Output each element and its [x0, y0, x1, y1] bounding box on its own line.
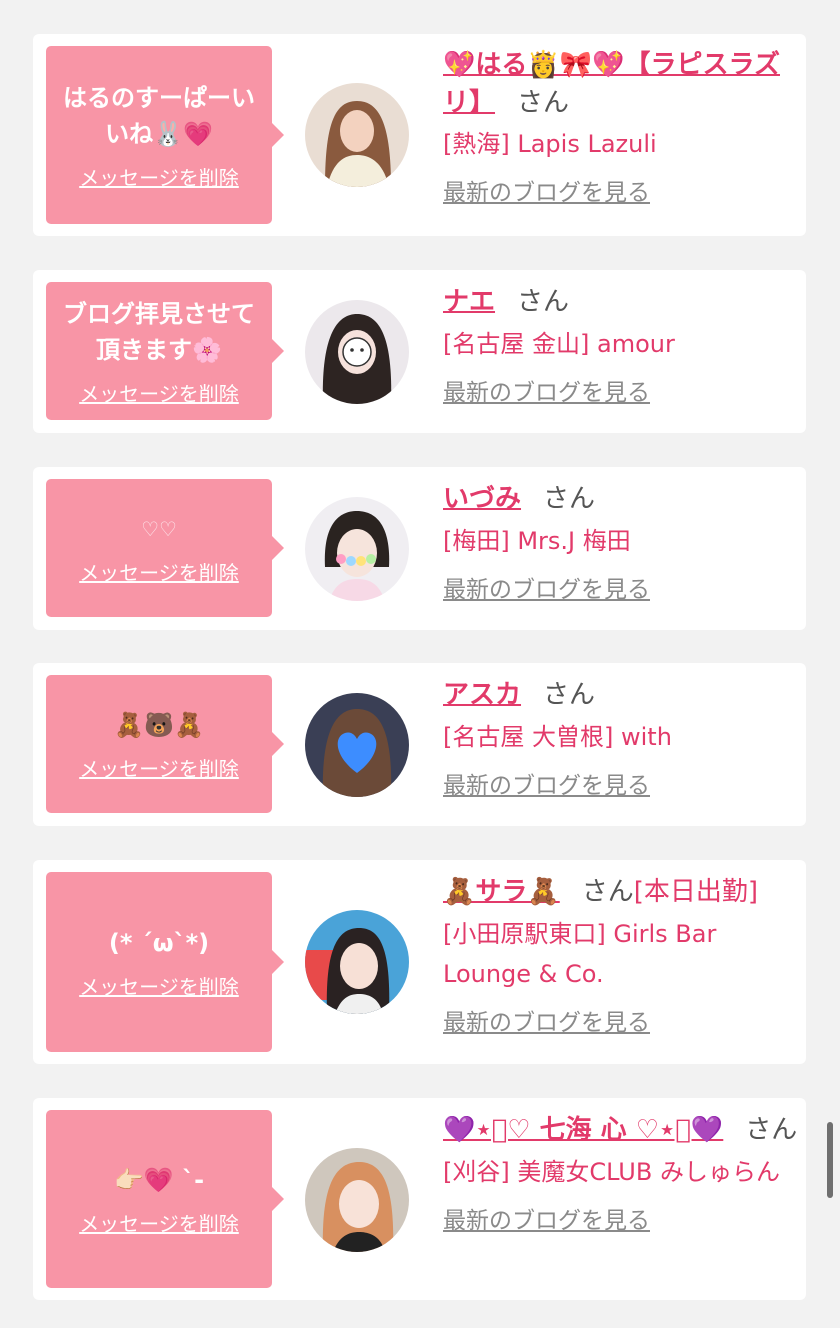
honorific: さん [543, 484, 596, 514]
avatar[interactable] [305, 497, 409, 601]
name-line: 🧸サラ🧸 さん[本日出勤] [443, 872, 798, 912]
girl-name-link[interactable]: ナエ [443, 287, 495, 317]
name-line: ナエ さん [443, 282, 793, 322]
avatar[interactable] [305, 83, 409, 187]
delete-message-link[interactable]: メッセージを削除 [79, 971, 239, 1000]
delete-message-link[interactable]: メッセージを削除 [79, 378, 239, 407]
latest-blog-link[interactable]: 最新のブログを見る [443, 376, 793, 410]
latest-blog-link[interactable]: 最新のブログを見る [443, 573, 793, 607]
shop-name: [名古屋 大曽根] with [443, 723, 672, 751]
girl-name-link[interactable]: 💜⋆͛♡ 七海 心 ♡⋆͛💜 [443, 1115, 723, 1145]
name-line: アスカ さん [443, 675, 793, 715]
name-line: 💖はる👸🎀💖【ラピスラズリ】 さん [443, 46, 793, 122]
delete-message-link[interactable]: メッセージを削除 [79, 1208, 239, 1237]
honorific: さん [745, 1115, 798, 1145]
message-text: (* ´ω`*) [108, 928, 210, 957]
honorific: さん [581, 877, 634, 907]
message-bubble: ブログ拝見させて 頂きます🌸 メッセージを削除 [46, 282, 284, 420]
avatar[interactable] [305, 910, 409, 1014]
delete-message-link[interactable]: メッセージを削除 [79, 162, 239, 191]
shop-name: [熱海] Lapis Lazuli [443, 130, 657, 158]
girl-name-link[interactable]: 🧸サラ🧸 [443, 877, 560, 907]
scrollbar-thumb[interactable] [827, 1122, 833, 1198]
girl-info: 💖はる👸🎀💖【ラピスラズリ】 さん [熱海] Lapis Lazuli 最新のブロ… [443, 46, 793, 210]
latest-blog-link[interactable]: 最新のブログを見る [443, 1006, 798, 1040]
girl-name-link[interactable]: 💖はる👸🎀💖【ラピスラズリ】 [443, 50, 780, 118]
girl-info: ナエ さん [名古屋 金山] amour 最新のブログを見る [443, 282, 793, 410]
name-line: 💜⋆͛♡ 七海 心 ♡⋆͛💜 さん [443, 1110, 798, 1150]
avatar[interactable] [305, 1148, 409, 1252]
shop-name: [小田原駅東口] Girls Bar Lounge & Co. [443, 920, 717, 988]
shop-name: [梅田] Mrs.J 梅田 [443, 527, 631, 555]
message-bubble: (* ´ω`*) メッセージを削除 [46, 872, 284, 1052]
latest-blog-link[interactable]: 最新のブログを見る [443, 1204, 798, 1238]
message-text: 🧸🐻🧸 [114, 710, 204, 739]
message-text: 👉🏻💗 ˋ- [113, 1165, 205, 1194]
honorific: さん [543, 680, 596, 710]
shop-name: [刈谷] 美魔女CLUB みしゅらん [443, 1158, 780, 1186]
message-text: ♡♡ [141, 516, 177, 541]
honorific: さん [517, 88, 570, 118]
message-card: 👉🏻💗 ˋ- メッセージを削除 💜⋆͛♡ 七海 心 ♡⋆͛💜 さん [刈谷] 美魔… [33, 1098, 806, 1300]
message-card: (* ´ω`*) メッセージを削除 🧸サラ🧸 さん[本日出勤] [小田原駅東口] … [33, 860, 806, 1064]
delete-message-link[interactable]: メッセージを削除 [79, 557, 239, 586]
delete-message-link[interactable]: メッセージを削除 [79, 753, 239, 782]
girl-info: 🧸サラ🧸 さん[本日出勤] [小田原駅東口] Girls Bar Lounge &… [443, 872, 798, 1040]
message-bubble: はるのすーぱーい いね🐰💗 メッセージを削除 [46, 46, 284, 224]
shop-name: [名古屋 金山] amour [443, 330, 675, 358]
message-card: はるのすーぱーい いね🐰💗 メッセージを削除 💖はる👸🎀💖【ラピスラズリ】 さん … [33, 34, 806, 236]
girl-info: 💜⋆͛♡ 七海 心 ♡⋆͛💜 さん [刈谷] 美魔女CLUB みしゅらん 最新のブ… [443, 1110, 798, 1238]
work-status: [本日出勤] [633, 877, 759, 907]
message-card: ♡♡ メッセージを削除 いづみ さん [梅田] Mrs.J 梅田 最新のブログを見… [33, 467, 806, 630]
message-card: ブログ拝見させて 頂きます🌸 メッセージを削除 ナエ さん [名古屋 金山] am… [33, 270, 806, 433]
name-line: いづみ さん [443, 479, 793, 519]
message-bubble: 🧸🐻🧸 メッセージを削除 [46, 675, 284, 813]
message-bubble: ♡♡ メッセージを削除 [46, 479, 284, 617]
girl-info: アスカ さん [名古屋 大曽根] with 最新のブログを見る [443, 675, 793, 803]
message-text: はるのすーぱーい いね🐰💗 [63, 83, 255, 148]
message-bubble: 👉🏻💗 ˋ- メッセージを削除 [46, 1110, 284, 1288]
latest-blog-link[interactable]: 最新のブログを見る [443, 176, 793, 210]
girl-name-link[interactable]: アスカ [443, 680, 521, 710]
message-text: ブログ拝見させて 頂きます🌸 [63, 299, 255, 364]
avatar[interactable] [305, 693, 409, 797]
message-card: 🧸🐻🧸 メッセージを削除 アスカ さん [名古屋 大曽根] with 最新のブログ… [33, 663, 806, 826]
honorific: さん [517, 287, 570, 317]
girl-name-link[interactable]: いづみ [443, 484, 521, 514]
girl-info: いづみ さん [梅田] Mrs.J 梅田 最新のブログを見る [443, 479, 793, 607]
avatar[interactable] [305, 300, 409, 404]
latest-blog-link[interactable]: 最新のブログを見る [443, 769, 793, 803]
